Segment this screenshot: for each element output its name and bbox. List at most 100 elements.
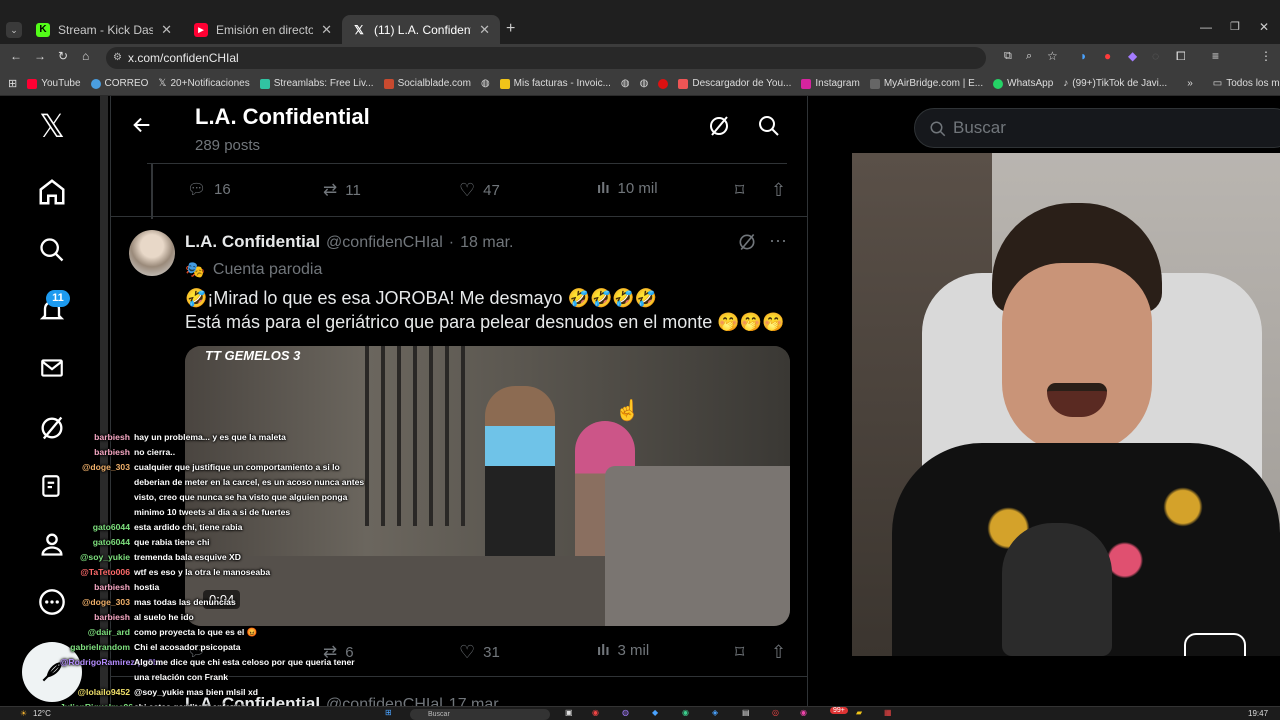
- bookmark-tiktok[interactable]: ♪ (99+)TikTok de Javi...: [1063, 78, 1167, 89]
- url-bar[interactable]: ⚙ x.com/confidenCHIal: [106, 47, 986, 69]
- x-logo-icon[interactable]: 𝕏: [36, 108, 68, 144]
- like-button[interactable]: ♡ 47: [459, 180, 500, 201]
- chat-username: [60, 475, 130, 490]
- all-bookmarks[interactable]: ▭Todos los marcadores: [1213, 78, 1280, 89]
- post-author-handle[interactable]: @confidenCHIal: [326, 234, 443, 252]
- close-tab-icon[interactable]: ✕: [321, 22, 332, 38]
- reply-button[interactable]: 💬︎ 16: [187, 180, 231, 199]
- start-windows-icon[interactable]: ⊞: [385, 708, 392, 717]
- bookmark-button[interactable]: ⌑: [735, 180, 744, 201]
- taskbar-app-icon[interactable]: ◈: [712, 708, 718, 717]
- taskbar-folder-icon[interactable]: ▰: [856, 708, 862, 717]
- taskbar-app-icon[interactable]: ▣: [565, 708, 573, 717]
- explore-search-icon[interactable]: [36, 234, 68, 266]
- video-overlay-logo: TT GEMELOS 3: [205, 348, 301, 363]
- back-icon[interactable]: ←: [10, 49, 22, 63]
- bookmark-red[interactable]: [658, 78, 669, 89]
- browser-menu-icon[interactable]: ⋮: [1260, 49, 1272, 63]
- bookmark-globe[interactable]: ◍: [481, 78, 490, 89]
- bookmark-globe[interactable]: ◍: [640, 78, 649, 89]
- bookmark-star-icon[interactable]: ☆: [1047, 49, 1058, 63]
- search-input[interactable]: Buscar: [914, 108, 1280, 148]
- grok-icon[interactable]: [707, 114, 731, 143]
- chat-username: gato6044: [92, 522, 130, 532]
- extension-icon[interactable]: ◆: [1128, 49, 1137, 63]
- zoom-icon[interactable]: ⌕: [1026, 50, 1032, 63]
- chat-username: barbiesh: [94, 612, 130, 622]
- taskbar-app-icon[interactable]: ◉: [800, 708, 807, 717]
- close-tab-icon[interactable]: ✕: [161, 22, 172, 38]
- taskbar-chrome-icon[interactable]: ◉: [592, 708, 599, 717]
- bookmark-socialblade[interactable]: Socialblade.com: [383, 78, 471, 89]
- extension-icon[interactable]: ●: [1104, 49, 1111, 63]
- restore-icon[interactable]: ❐: [1230, 20, 1240, 33]
- chat-bubble-icon: [1184, 633, 1246, 656]
- site-info-icon[interactable]: ⚙: [113, 47, 122, 69]
- like-button[interactable]: ♡ 31: [459, 642, 500, 663]
- bookmark-correo[interactable]: CORREO: [90, 78, 148, 89]
- new-tab-button[interactable]: +: [506, 20, 515, 38]
- youtube-icon: ▶: [194, 22, 208, 37]
- post-date[interactable]: 18 mar.: [460, 234, 513, 252]
- reload-icon[interactable]: ↻: [58, 49, 68, 63]
- tab-search-chevron-icon[interactable]: ⌄: [6, 22, 22, 38]
- taskbar-app-icon[interactable]: ▤: [742, 708, 750, 717]
- views-button[interactable]: ılı 3 mil: [597, 642, 649, 659]
- bookmark-facturas[interactable]: Mis facturas - Invoic...: [499, 78, 611, 89]
- taskbar-app-icon[interactable]: ◆: [652, 708, 658, 717]
- bookmark-notificaciones[interactable]: 𝕏 20+Notificaciones: [158, 78, 249, 89]
- chat-message-text: hostia: [134, 582, 160, 592]
- bookmark-globe[interactable]: ◍: [621, 78, 630, 89]
- bookmark-label: Socialblade.com: [397, 78, 471, 89]
- profile-search-icon[interactable]: [757, 114, 781, 143]
- close-window-icon[interactable]: ✕: [1259, 20, 1269, 34]
- post-more-icon[interactable]: ···: [769, 230, 787, 251]
- weather-icon: ☀: [20, 709, 28, 718]
- chat-message-text: esta ardido chi, tiene rabia: [134, 522, 243, 532]
- close-tab-icon[interactable]: ✕: [479, 22, 490, 38]
- messages-mail-icon[interactable]: [36, 352, 68, 384]
- post-author-name[interactable]: L.A. Confidential: [185, 232, 320, 252]
- bookmark-instagram[interactable]: Instagram: [801, 78, 860, 89]
- taskbar-app-icon[interactable]: ◎: [772, 708, 779, 717]
- tab-youtube-studio[interactable]: ▶ Emisión en directo - YouTube S ✕: [184, 15, 342, 44]
- avatar[interactable]: [129, 230, 175, 276]
- share-button[interactable]: ⇧: [771, 642, 786, 663]
- grok-icon[interactable]: [737, 232, 757, 257]
- taskbar-app-icon[interactable]: ◉: [682, 708, 689, 717]
- tab-kick-dashboard[interactable]: K Stream - Kick Dashboard ✕: [26, 15, 182, 44]
- reading-list-icon[interactable]: ≡: [1212, 49, 1219, 63]
- home-icon[interactable]: ⌂: [82, 49, 89, 63]
- forward-icon[interactable]: →: [34, 49, 46, 63]
- taskbar-app-icon[interactable]: ◍: [622, 708, 629, 717]
- home-icon[interactable]: [36, 176, 68, 208]
- apps-grid-icon[interactable]: ⊞: [8, 77, 17, 90]
- chat-username: gato6044: [92, 537, 130, 547]
- views-bar-chart-icon: ılı: [597, 642, 610, 659]
- repost-button[interactable]: ⇄ 11: [323, 180, 361, 200]
- weather-temp: 12°C: [33, 709, 51, 718]
- extension-icon[interactable]: ◌: [1152, 49, 1159, 63]
- bookmarks-overflow[interactable]: »: [1187, 78, 1193, 89]
- extension-icon[interactable]: ◗: [1080, 49, 1087, 63]
- bookmark-whatsapp[interactable]: WhatsApp: [993, 78, 1053, 89]
- globe-icon: ◍: [480, 78, 490, 89]
- minimize-icon[interactable]: —: [1200, 20, 1212, 34]
- bookmark-descargador[interactable]: Descargador de You...: [678, 78, 791, 89]
- tiktok-icon: ♪: [1063, 78, 1069, 89]
- chat-username: @doge_303: [81, 462, 130, 472]
- share-button[interactable]: ⇧: [771, 180, 786, 201]
- bookmark-streamlabs[interactable]: Streamlabs: Free Liv...: [259, 78, 374, 89]
- bookmark-youtube[interactable]: YouTube: [27, 78, 81, 89]
- bookmark-myairbridge[interactable]: MyAirBridge.com | E...: [869, 78, 983, 89]
- taskbar-app-icon[interactable]: ▦: [884, 708, 892, 717]
- tab-x-profile[interactable]: 𝕏 (11) L.A. Confidential (@confide ✕: [342, 15, 500, 44]
- bookmark-button[interactable]: ⌑: [735, 642, 744, 663]
- back-arrow-icon[interactable]: [131, 114, 153, 141]
- socialblade-icon: [383, 78, 394, 89]
- taskbar-search[interactable]: Buscar: [410, 709, 550, 720]
- views-button[interactable]: ılı 10 mil: [597, 180, 658, 197]
- chat-message: barbiesh al suelo he ido: [60, 610, 380, 625]
- install-app-icon[interactable]: ⧉: [1004, 50, 1012, 63]
- extensions-puzzle-icon[interactable]: ⧠: [1176, 49, 1186, 64]
